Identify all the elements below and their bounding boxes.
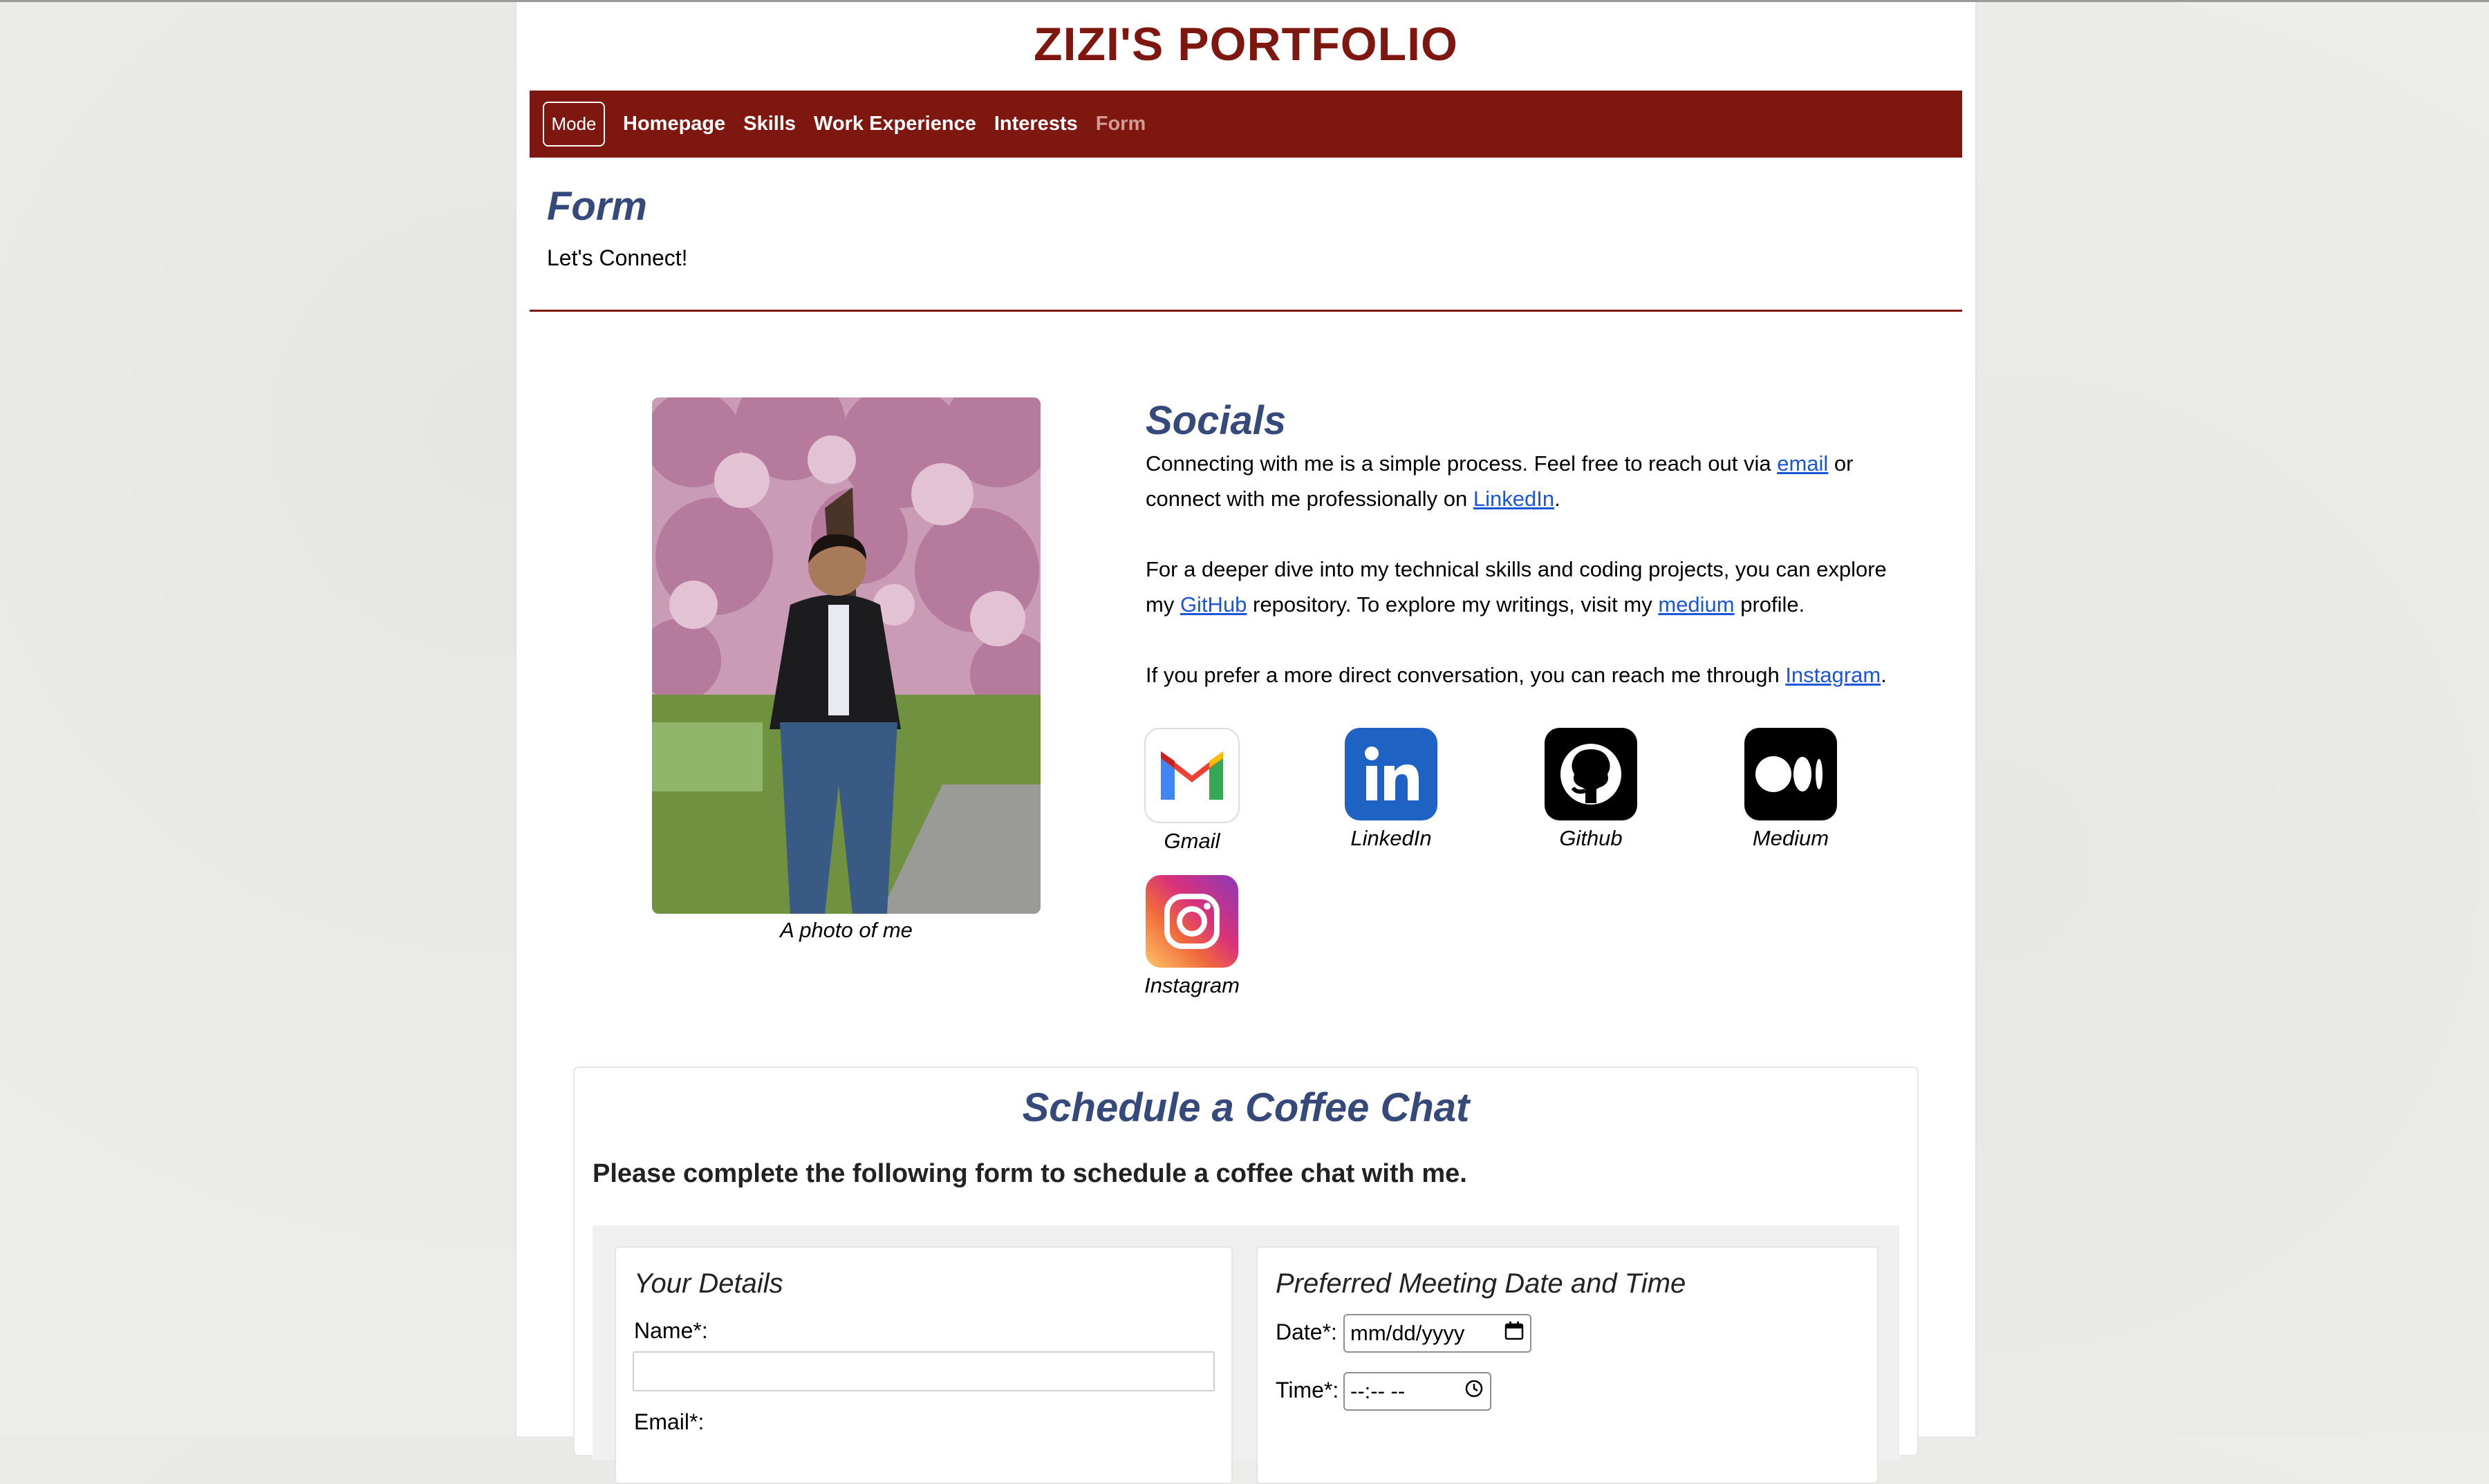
social-gmail[interactable]: Gmail: [1130, 728, 1254, 854]
name-input[interactable]: [633, 1351, 1215, 1391]
text-fragment: .: [1881, 663, 1887, 687]
gmail-label: Gmail: [1164, 829, 1220, 853]
calendar-icon[interactable]: [1504, 1320, 1525, 1346]
nav-skills[interactable]: Skills: [743, 113, 796, 135]
instagram-link[interactable]: Instagram: [1785, 663, 1881, 687]
gmail-icon[interactable]: [1144, 728, 1240, 823]
page-title: Form: [547, 184, 647, 229]
social-instagram[interactable]: Instagram: [1130, 875, 1254, 998]
linkedin-label: LinkedIn: [1350, 826, 1432, 850]
text-fragment: profile.: [1734, 592, 1805, 617]
profile-photo: [652, 397, 1041, 914]
section-divider: [530, 310, 1962, 312]
github-label: Github: [1559, 826, 1623, 850]
photo-caption: A photo of me: [780, 918, 913, 942]
meeting-time-title: Preferred Meeting Date and Time: [1276, 1268, 1686, 1299]
site-title: ZIZI'S PORTFOLIO: [1034, 18, 1458, 71]
your-details-fieldset: Your Details Name*: Email*:: [615, 1246, 1233, 1484]
mode-toggle-button[interactable]: Mode: [543, 102, 605, 147]
time-input[interactable]: --:-- --: [1343, 1372, 1491, 1411]
nav-interests[interactable]: Interests: [994, 113, 1078, 135]
coffee-chat-title: Schedule a Coffee Chat: [1022, 1085, 1470, 1130]
socials-heading: Socials: [1146, 398, 1287, 443]
page-container: ZIZI'S PORTFOLIO Mode Homepage Skills Wo…: [515, 2, 1977, 1484]
date-label: Date*:: [1276, 1319, 1337, 1344]
instagram-label: Instagram: [1144, 973, 1240, 997]
social-github[interactable]: Github: [1529, 728, 1653, 851]
name-label: Name*:: [634, 1318, 708, 1343]
meeting-time-fieldset: Preferred Meeting Date and Time Date*: m…: [1256, 1246, 1879, 1484]
github-icon[interactable]: [1545, 728, 1637, 820]
socials-description: Connecting with me is a simple process. …: [1146, 446, 1920, 728]
text-fragment: .: [1554, 487, 1560, 511]
nav-form[interactable]: Form: [1096, 113, 1146, 135]
email-link[interactable]: email: [1777, 451, 1828, 476]
text-fragment: Connecting with me is a simple process. …: [1146, 451, 1778, 476]
email-label: Email*:: [634, 1409, 705, 1434]
time-placeholder: --:-- --: [1350, 1379, 1406, 1403]
form-container: Your Details Name*: Email*: Preferred Me…: [593, 1225, 1899, 1484]
your-details-title: Your Details: [634, 1268, 783, 1299]
time-label: Time*:: [1276, 1378, 1339, 1402]
socials-paragraph-2: For a deeper dive into my technical skil…: [1146, 552, 1920, 622]
date-input[interactable]: mm/dd/yyyy: [1343, 1314, 1531, 1353]
instagram-icon[interactable]: [1146, 875, 1238, 968]
clock-icon[interactable]: [1464, 1378, 1484, 1405]
socials-paragraph-3: If you prefer a more direct conversation…: [1146, 657, 1920, 693]
social-linkedin[interactable]: LinkedIn: [1329, 728, 1453, 851]
medium-label: Medium: [1752, 826, 1829, 850]
social-medium[interactable]: Medium: [1728, 728, 1853, 851]
medium-link[interactable]: medium: [1658, 592, 1734, 617]
linkedin-icon[interactable]: [1345, 728, 1437, 820]
nav-work-experience[interactable]: Work Experience: [814, 113, 976, 135]
page-subtitle: Let's Connect!: [547, 245, 688, 270]
nav-homepage[interactable]: Homepage: [623, 113, 725, 135]
linkedin-link[interactable]: LinkedIn: [1473, 487, 1554, 511]
date-placeholder: mm/dd/yyyy: [1350, 1321, 1465, 1345]
text-fragment: repository. To explore my writings, visi…: [1247, 592, 1659, 617]
github-link[interactable]: GitHub: [1180, 592, 1247, 617]
coffee-chat-instructions: Please complete the following form to sc…: [593, 1159, 1467, 1188]
text-fragment: If you prefer a more direct conversation…: [1146, 663, 1786, 687]
medium-icon[interactable]: [1744, 728, 1837, 820]
coffee-chat-card: Schedule a Coffee Chat Please complete t…: [573, 1067, 1919, 1484]
navbar: Mode Homepage Skills Work Experience Int…: [530, 91, 1962, 158]
socials-paragraph-1: Connecting with me is a simple process. …: [1146, 446, 1920, 516]
